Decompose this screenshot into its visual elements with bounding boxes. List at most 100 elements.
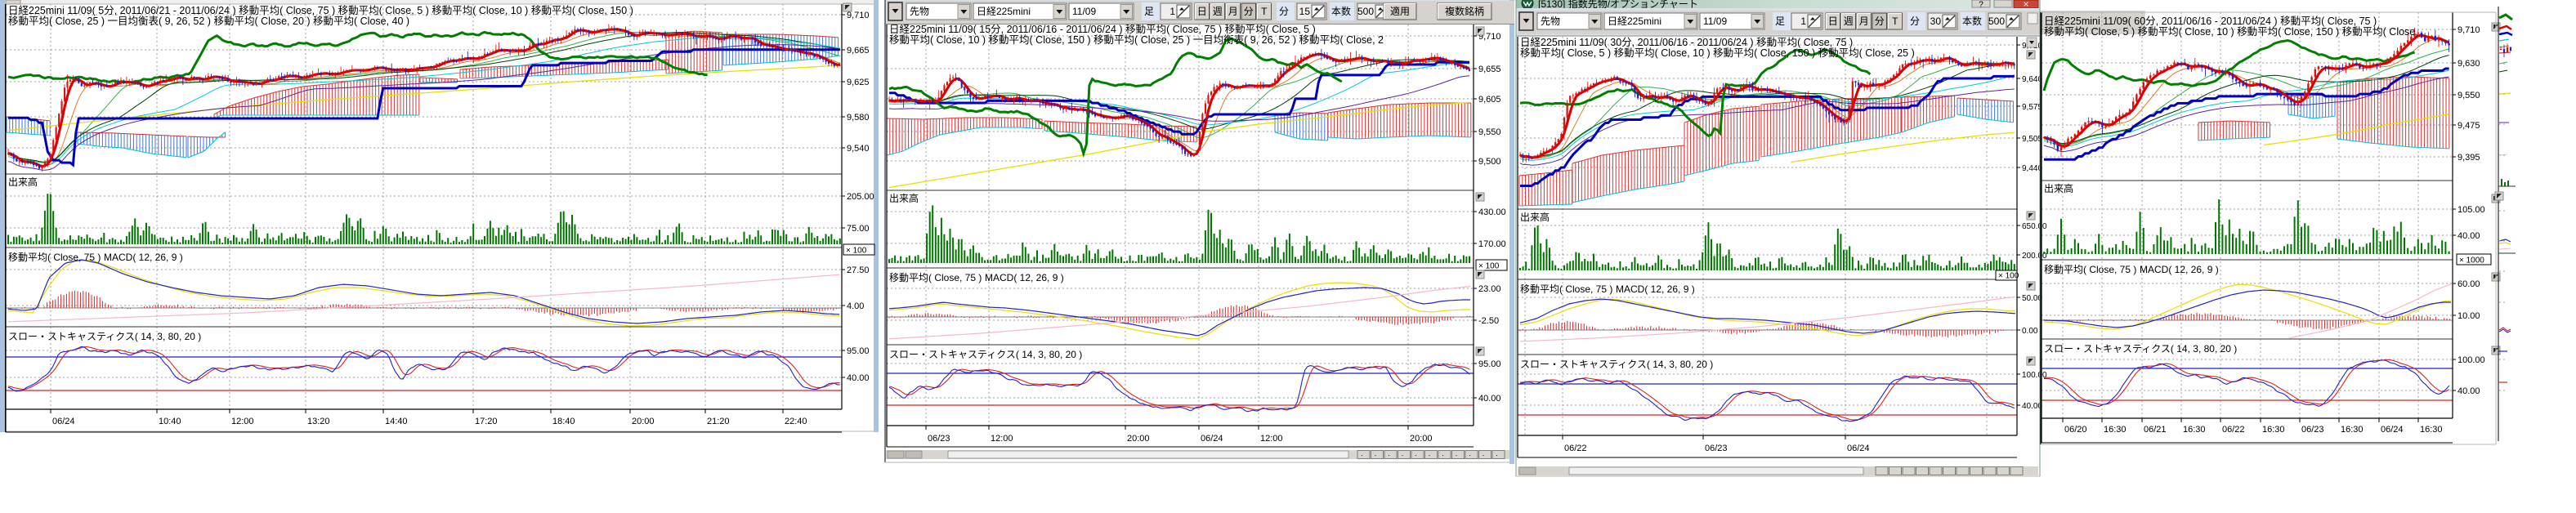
svg-text:17:20: 17:20: [475, 417, 498, 426]
svg-text:移動平均( Close, 5 ) 移動平均( Clos: 移動平均( Close, 5 ) 移動平均( Close, 10 ) 移動平均(…: [2044, 26, 2418, 38]
svg-text:MACD( 12, 26, 9 ): MACD( 12, 26, 9 ): [104, 252, 183, 263]
svg-text:月: 月: [1228, 6, 1238, 17]
svg-text:9,580: 9,580: [847, 113, 870, 123]
svg-text:日経225mini: 日経225mini: [977, 6, 1031, 17]
svg-text:日経225mini 11/09( 15分, 2011/06/: 日経225mini 11/09( 15分, 2011/06/16 - 2011/…: [889, 24, 1316, 35]
svg-text:スロー・ストキャスティクス( 14, 3, 80, 20 ): スロー・ストキャスティクス( 14, 3, 80, 20 ): [1520, 359, 1713, 370]
svg-text:× 100: × 100: [1478, 262, 1500, 271]
svg-text:先物: 先物: [1541, 16, 1560, 27]
svg-text:12:00: 12:00: [231, 417, 254, 426]
svg-text:06/24: 06/24: [2381, 425, 2404, 435]
svg-text:移動平均( Close, 75 ): 移動平均( Close, 75 ): [2044, 264, 2136, 275]
svg-text:500: 500: [1357, 6, 1374, 17]
svg-text:40.00: 40.00: [1478, 394, 1501, 404]
svg-text:16:30: 16:30: [2104, 425, 2127, 435]
svg-text:4.00: 4.00: [847, 301, 864, 311]
svg-text:12:00: 12:00: [1260, 434, 1283, 444]
svg-text:1: 1: [1800, 16, 1806, 27]
svg-text:移動平均( Close, 10 ) 移動平均( Clo: 移動平均( Close, 10 ) 移動平均( Close, 150 ) 移動平…: [889, 34, 1384, 46]
svg-text:T: T: [1261, 6, 1268, 17]
svg-text:20:00: 20:00: [1127, 434, 1150, 444]
svg-text:100.00: 100.00: [2022, 371, 2047, 380]
svg-text:本数: 本数: [1331, 5, 1351, 17]
svg-text:月: 月: [1859, 16, 1869, 27]
svg-text:06/22: 06/22: [2222, 425, 2245, 435]
svg-text:23.00: 23.00: [1478, 284, 1501, 294]
svg-text:·: ·: [1429, 451, 1431, 459]
svg-text:× 100: × 100: [846, 247, 867, 256]
svg-text:·: ·: [1442, 451, 1444, 459]
svg-text:出来高: 出来高: [889, 192, 919, 204]
svg-text:9,540: 9,540: [847, 144, 870, 154]
svg-text:スロー・ストキャスティクス( 14, 3, 80, 20 ): スロー・ストキャスティクス( 14, 3, 80, 20 ): [889, 349, 1082, 360]
svg-text:MACD( 12, 26, 9 ): MACD( 12, 26, 9 ): [1616, 283, 1695, 295]
svg-text:移動平均( Close, 75 ): 移動平均( Close, 75 ): [1520, 283, 1612, 295]
svg-text:95.00: 95.00: [1478, 359, 1501, 369]
svg-text:10:40: 10:40: [159, 417, 181, 426]
svg-text:分: 分: [1279, 6, 1289, 17]
svg-text:9,605: 9,605: [1478, 95, 1501, 105]
svg-text:T: T: [1892, 16, 1898, 27]
svg-text:·: ·: [1375, 451, 1377, 459]
svg-text:40.00: 40.00: [2457, 231, 2480, 241]
svg-text:移動平均( Close, 75 ): 移動平均( Close, 75 ): [889, 272, 982, 283]
svg-text:06/20: 06/20: [2064, 425, 2087, 435]
svg-text:18:40: 18:40: [552, 417, 575, 426]
svg-text:650.00: 650.00: [2022, 222, 2047, 231]
svg-text:170.00: 170.00: [1478, 239, 1506, 249]
svg-text:06/23: 06/23: [928, 434, 950, 444]
svg-text:足: 足: [1775, 16, 1785, 27]
svg-text:14:40: 14:40: [385, 417, 408, 426]
svg-text:06/24: 06/24: [52, 417, 75, 426]
svg-text:9,710: 9,710: [847, 11, 870, 20]
svg-text:日経225mini: 日経225mini: [1608, 16, 1661, 27]
svg-text:95.00: 95.00: [847, 346, 870, 356]
svg-text:10.00: 10.00: [2457, 311, 2480, 321]
svg-text:·: ·: [1361, 451, 1363, 459]
svg-text:·: ·: [1402, 451, 1404, 459]
svg-text:·: ·: [1388, 451, 1390, 459]
svg-text:20:00: 20:00: [632, 417, 655, 426]
svg-text:9,710: 9,710: [2457, 25, 2480, 35]
svg-text:移動平均( Close, 5 ) 移動平均( Clos: 移動平均( Close, 5 ) 移動平均( Close, 10 ) 移動平均(…: [1520, 47, 1915, 59]
svg-text:06/21: 06/21: [2144, 425, 2167, 435]
svg-text:複数銘柄: 複数銘柄: [1445, 5, 1484, 17]
svg-text:9,665: 9,665: [847, 46, 870, 56]
svg-text:40.00: 40.00: [847, 373, 870, 383]
svg-text:11/09: 11/09: [1703, 16, 1727, 27]
svg-text:日: 日: [1197, 6, 1207, 17]
svg-text:出来高: 出来高: [1520, 211, 1550, 223]
svg-text:-2.50: -2.50: [1478, 316, 1499, 326]
svg-text:日経225mini 11/09( 5分, 2011/06/2: 日経225mini 11/09( 5分, 2011/06/21 - 2011/0…: [8, 5, 633, 16]
svg-text:本数: 本数: [1962, 15, 1982, 27]
svg-text:06/23: 06/23: [2301, 425, 2324, 435]
svg-text:105.00: 105.00: [2457, 205, 2485, 215]
svg-text:9,395: 9,395: [2457, 153, 2480, 163]
svg-text:分: 分: [1244, 6, 1254, 17]
svg-text:先物: 先物: [910, 6, 929, 17]
svg-text:?: ?: [1979, 1, 1983, 10]
svg-text:16:30: 16:30: [2183, 425, 2206, 435]
svg-text:移動平均( Close, 25 ) 一目均衡表( 9,: 移動平均( Close, 25 ) 一目均衡表( 9, 26, 52 ) 移動平…: [8, 16, 409, 27]
svg-text:40.00: 40.00: [2457, 386, 2480, 396]
svg-text:·: ·: [1415, 451, 1417, 459]
svg-text:MACD( 12, 26, 9 ): MACD( 12, 26, 9 ): [985, 272, 1064, 283]
svg-text:出来高: 出来高: [2044, 182, 2073, 194]
svg-text:分: 分: [1910, 16, 1920, 27]
svg-text:× 100: × 100: [1998, 272, 2019, 281]
svg-text:スロー・ストキャスティクス( 14, 3, 80, 20 ): スロー・ストキャスティクス( 14, 3, 80, 20 ): [2044, 343, 2237, 355]
svg-text:22:40: 22:40: [785, 417, 807, 426]
svg-text:·: ·: [1456, 451, 1458, 459]
svg-text:移動平均( Close, 75 ): 移動平均( Close, 75 ): [8, 252, 101, 263]
svg-text:06/24: 06/24: [1847, 444, 1870, 453]
svg-text:100.00: 100.00: [2457, 355, 2485, 365]
svg-text:·: ·: [1469, 451, 1471, 459]
svg-text:60.00: 60.00: [2457, 279, 2480, 289]
svg-text:分: 分: [1875, 16, 1885, 27]
svg-text:スロー・ストキャスティクス( 14, 3, 80, 20 ): スロー・ストキャスティクス( 14, 3, 80, 20 ): [8, 331, 201, 342]
svg-text:500: 500: [1988, 16, 2005, 27]
svg-text:9,550: 9,550: [2457, 91, 2480, 100]
svg-text:13:20: 13:20: [307, 417, 330, 426]
svg-text:16:30: 16:30: [2341, 425, 2364, 435]
svg-text:15: 15: [1299, 6, 1311, 17]
